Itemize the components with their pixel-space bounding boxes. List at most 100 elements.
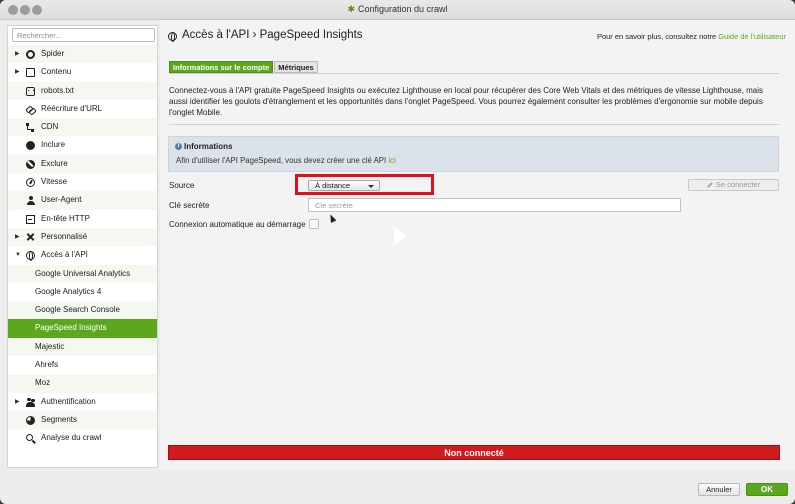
robot-icon (26, 86, 35, 96)
sidebar-item-api-access[interactable]: ▼ Accès à l'API (8, 246, 157, 264)
sidebar-item-label: Spider (41, 49, 65, 58)
info-box: i Informations Afin d'utiliser l'API Pag… (168, 136, 779, 172)
chevron-right-icon[interactable]: ▶ (15, 228, 20, 246)
content-icon (26, 68, 35, 78)
title-bar: ✱ Configuration du crawl (0, 0, 795, 20)
sidebar-item-contenu[interactable]: ▶ Contenu (8, 63, 157, 81)
sidebar-item-moz[interactable]: Moz (8, 374, 157, 393)
sidebar-item-personnalise[interactable]: ▶ Personnalisé (8, 227, 157, 247)
sidebar-item-label: Authentification (41, 396, 96, 406)
speed-icon (26, 178, 35, 188)
tab-divider (169, 73, 779, 74)
sidebar-item-segments[interactable]: Segments (8, 410, 157, 430)
connect-button[interactable]: Se connecter (688, 179, 779, 191)
sidebar-item-label: PageSpeed Insights (35, 323, 107, 333)
chevron-down-icon[interactable]: ▼ (15, 246, 21, 264)
cancel-button[interactable]: Annuler (698, 483, 740, 496)
sidebar-item-user-agent[interactable]: User-Agent (8, 191, 157, 210)
sidebar-item-http-header[interactable]: En-tête HTTP (8, 210, 157, 228)
sidebar-item-label: Contenu (41, 67, 72, 77)
tab-bar: Informations sur le compte Métriques (169, 61, 319, 73)
ok-button[interactable]: OK (746, 483, 788, 496)
sidebar-item-url-rewriting[interactable]: Réécriture d'URL (8, 100, 157, 118)
secret-key-input[interactable]: Clé secrète (308, 198, 681, 212)
sidebar-item-majestic[interactable]: Majestic (8, 337, 157, 357)
sidebar-search-input[interactable]: Rechercher... (12, 28, 155, 42)
plug-icon (707, 182, 713, 188)
sidebar: Rechercher... ▶ Spider ▶ Contenu robots.… (7, 25, 158, 468)
user-guide-link[interactable]: Guide de l'utilisateur (718, 32, 786, 41)
chevron-right-icon[interactable]: ▶ (15, 63, 20, 81)
sidebar-item-label: Personnalisé (41, 231, 88, 241)
tools-icon (26, 233, 35, 242)
header-icon (26, 214, 35, 224)
exclude-icon (26, 159, 35, 169)
breadcrumb: Accès à l'API › PageSpeed Insights (182, 29, 363, 41)
sidebar-item-vitesse[interactable]: Vitesse (8, 173, 157, 191)
search-icon (26, 434, 33, 442)
info-text: Afin d'utiliser l'API PageSpeed, vous de… (176, 156, 396, 165)
info-icon: i (175, 143, 182, 150)
users-icon (26, 397, 35, 407)
source-select[interactable]: À distance (308, 180, 380, 191)
sidebar-item-label: Moz (35, 378, 51, 388)
connection-status-bar: Non connecté (168, 445, 780, 460)
main-panel: Accès à l'API › PageSpeed Insights Pour … (160, 20, 795, 470)
mouse-cursor-icon (327, 213, 337, 223)
section-divider (169, 124, 779, 125)
sidebar-item-inclure[interactable]: Inclure (8, 136, 157, 154)
source-label: Source (169, 181, 195, 190)
sidebar-item-crawl-analysis[interactable]: Analyse du crawl (8, 429, 157, 447)
connect-button-label: Se connecter (715, 180, 761, 189)
spider-app-icon: ✱ (347, 4, 355, 14)
sidebar-item-label: Exclure (41, 158, 68, 168)
sidebar-item-label: Vitesse (41, 177, 68, 187)
cdn-icon (26, 123, 35, 132)
sidebar-item-exclure[interactable]: Exclure (8, 154, 157, 174)
sidebar-item-label: En-tête HTTP (41, 213, 90, 223)
description-text: Connectez-vous à l'API gratuite PageSpee… (169, 86, 764, 117)
sidebar-item-authentification[interactable]: ▶ Authentification (8, 393, 157, 411)
chevron-right-icon[interactable]: ▶ (15, 393, 20, 411)
sidebar-item-ahrefs[interactable]: Ahrefs (8, 356, 157, 374)
globe-icon (26, 251, 35, 262)
sidebar-item-google-analytics-4[interactable]: Google Analytics 4 (8, 283, 157, 301)
config-window: ✱ Configuration du crawl Rechercher... ▶ … (0, 0, 795, 504)
tab-account-info[interactable]: Informations sur le compte (169, 61, 274, 73)
sidebar-item-cdn[interactable]: CDN (8, 118, 157, 137)
sidebar-item-pagespeed-insights[interactable]: PageSpeed Insights (8, 319, 157, 338)
pie-icon (26, 415, 35, 425)
sidebar-item-label: Google Search Console (35, 305, 120, 315)
help-text: Pour en savoir plus, consultez notre Gui… (597, 32, 786, 41)
help-prefix: Pour en savoir plus, consultez notre (596, 32, 719, 41)
link-icon (26, 105, 35, 114)
window-title: Configuration du crawl (357, 4, 448, 14)
user-icon (26, 196, 35, 206)
chevron-right-icon[interactable]: ▶ (15, 45, 20, 63)
sidebar-item-label: CDN (41, 122, 59, 132)
sidebar-item-label: Google Universal Analytics (35, 268, 131, 278)
chevron-down-icon (368, 184, 374, 188)
globe-icon (168, 32, 177, 42)
include-icon (26, 141, 35, 151)
sidebar-item-label: Ahrefs (35, 360, 59, 370)
sidebar-item-google-search-console[interactable]: Google Search Console (8, 301, 157, 320)
window-title-wrap: ✱ Configuration du crawl (0, 4, 795, 15)
tab-metrics[interactable]: Métriques (274, 61, 318, 73)
auto-connect-checkbox[interactable] (309, 219, 319, 229)
sidebar-item-label: robots.txt (41, 85, 74, 95)
sidebar-item-label: Inclure (41, 140, 66, 150)
sidebar-item-spider[interactable]: ▶ Spider (8, 45, 157, 64)
sidebar-item-label: Segments (41, 414, 78, 424)
sidebar-item-label: Majestic (35, 341, 65, 351)
sidebar-item-label: Accès à l'API (41, 250, 88, 260)
info-title: Informations (184, 142, 233, 151)
gear-icon (26, 50, 35, 59)
info-text-body: Afin d'utiliser l'API PageSpeed, vous de… (176, 156, 389, 165)
source-select-value: À distance (315, 181, 351, 190)
sidebar-item-google-universal-analytics[interactable]: Google Universal Analytics (8, 264, 157, 283)
play-icon (394, 227, 407, 245)
create-api-key-link[interactable]: ici (388, 156, 395, 165)
secret-key-label: Clé secrète (169, 201, 210, 210)
sidebar-item-robots[interactable]: robots.txt (8, 81, 157, 100)
